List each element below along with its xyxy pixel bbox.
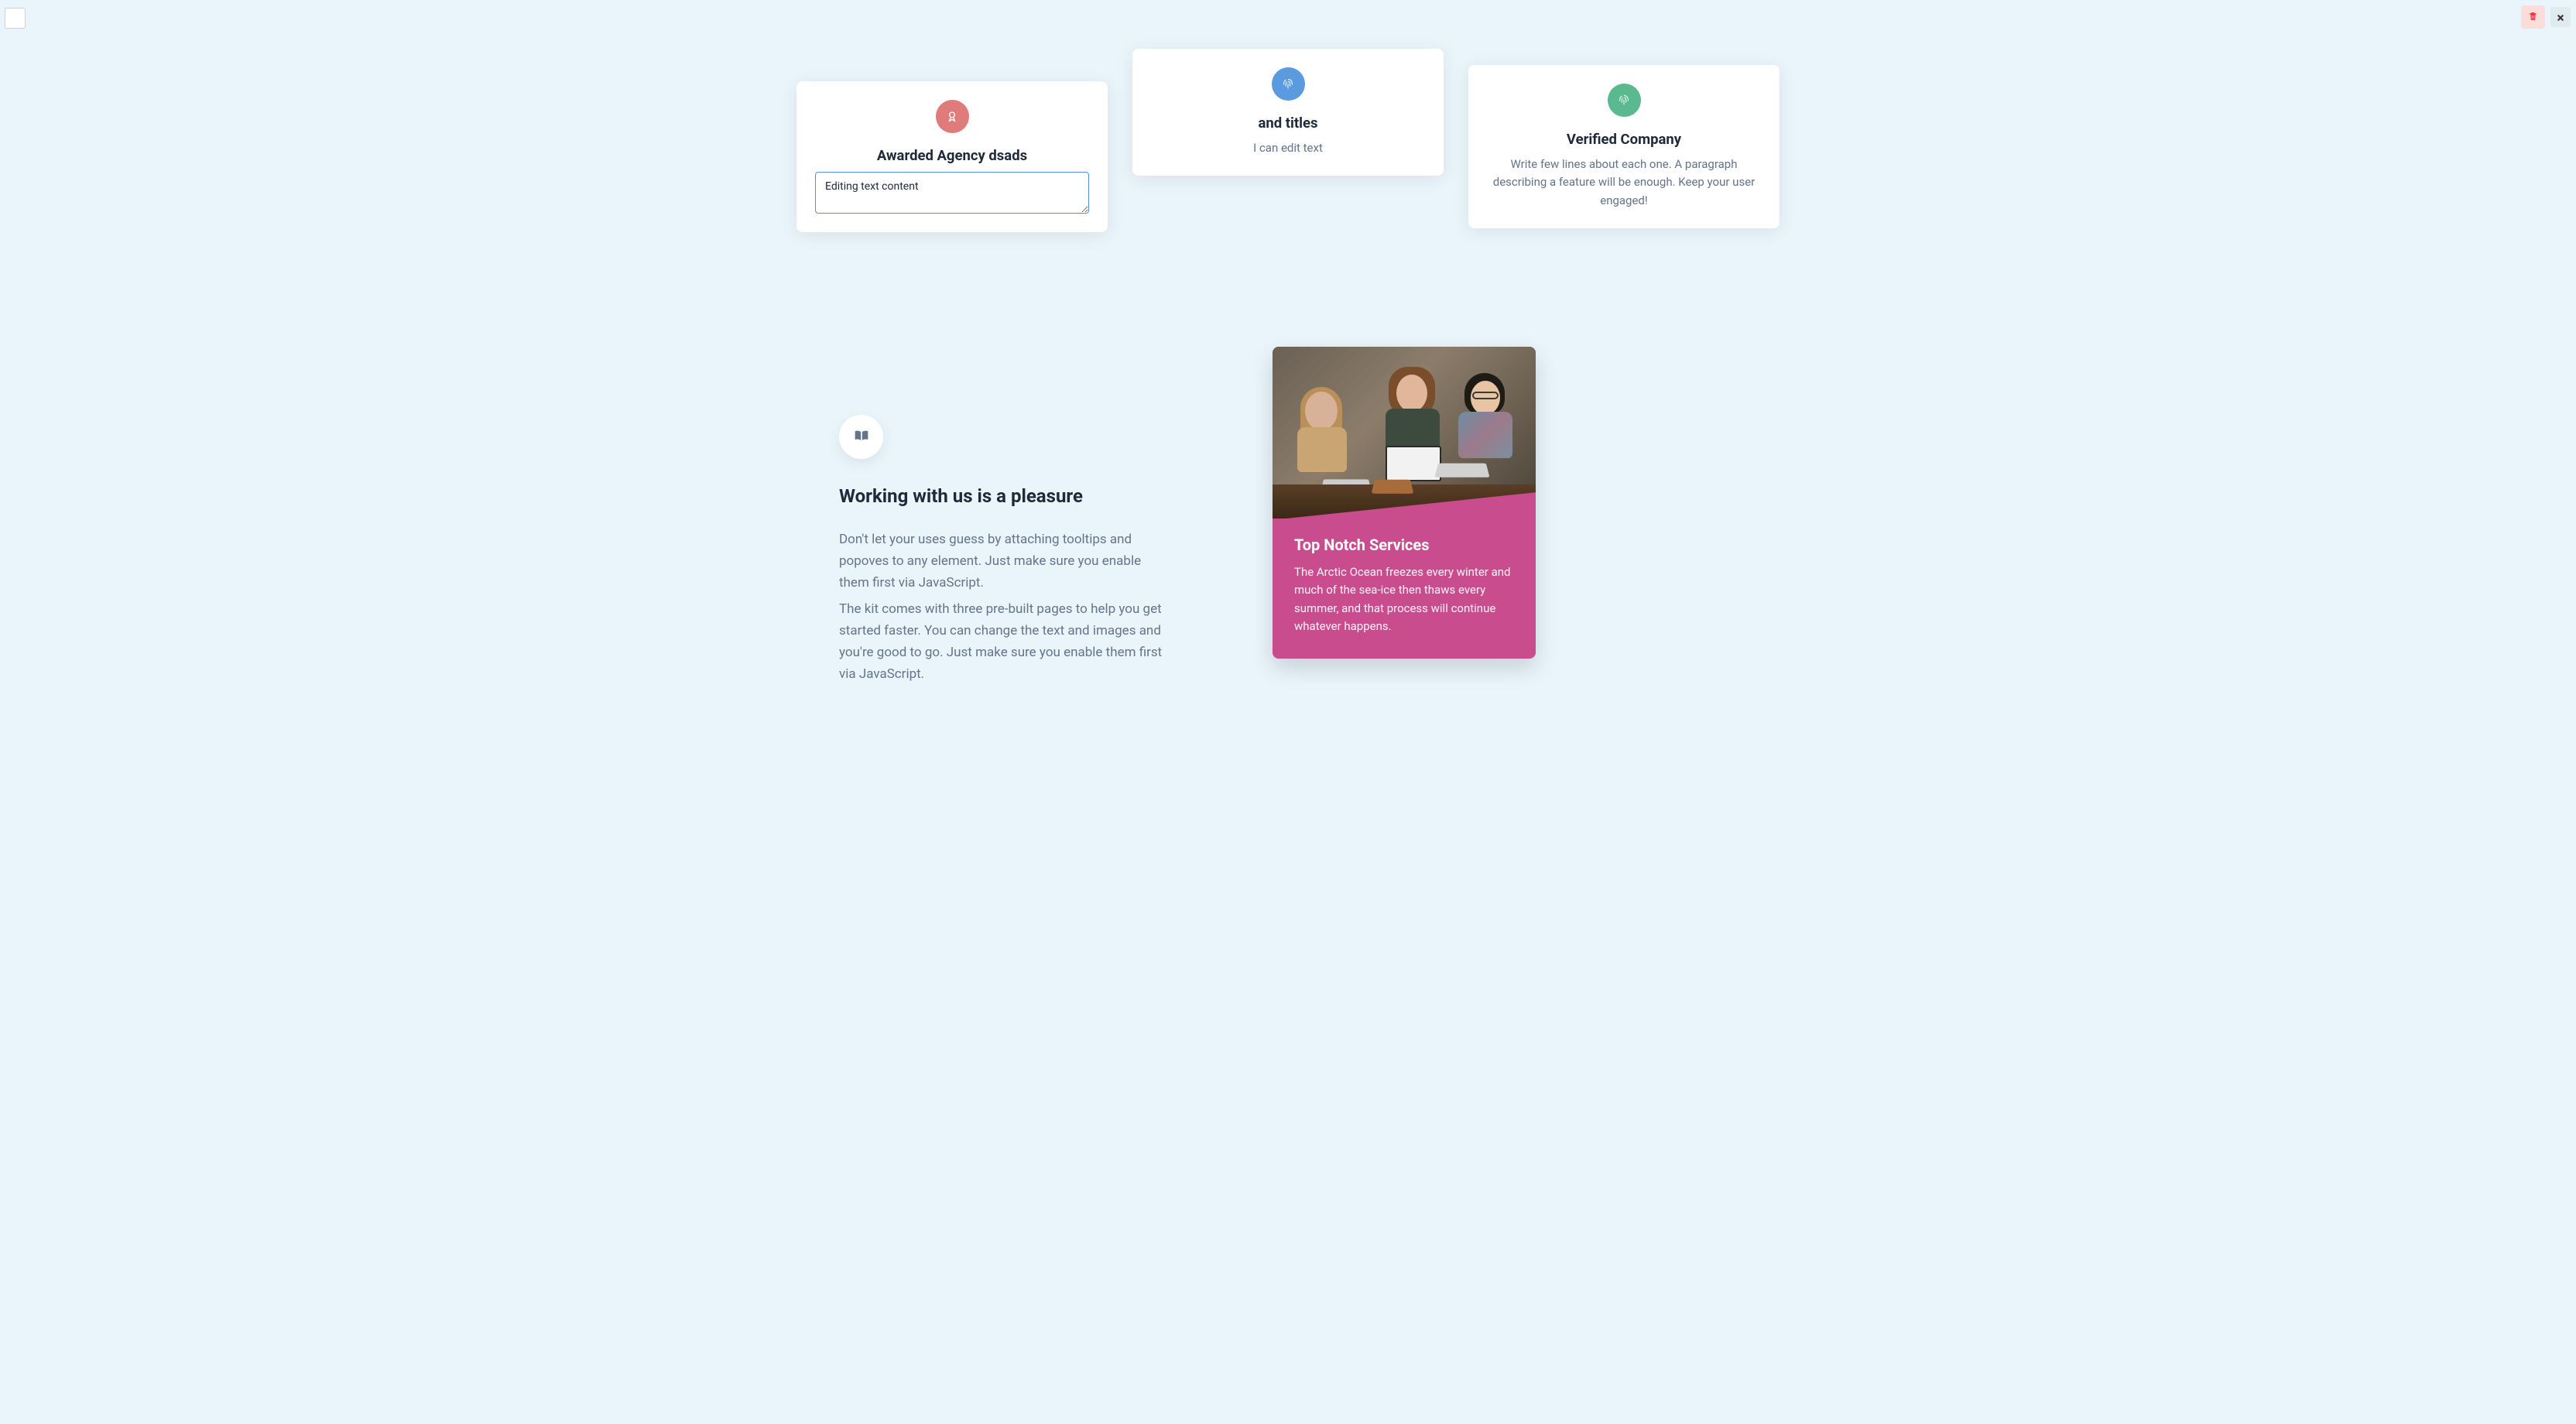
card-text[interactable]: I can edit text (1151, 139, 1425, 157)
delete-button[interactable] (2521, 5, 2545, 29)
card-text-editor[interactable] (815, 172, 1089, 214)
book-open-icon (854, 429, 869, 446)
close-button[interactable] (2550, 7, 2571, 27)
feature-card-awarded[interactable]: Awarded Agency dsads (796, 81, 1108, 232)
services-text: Top Notch Services The Arctic Ocean free… (1273, 519, 1536, 659)
book-icon-circle (839, 415, 883, 459)
fingerprint-icon (1272, 67, 1305, 101)
section-heading[interactable]: Working with us is a pleasure (839, 485, 1172, 507)
card-text[interactable]: Write few lines about each one. A paragr… (1487, 156, 1761, 210)
feature-cards-row: Awarded Agency dsads and titles I can ed… (796, 0, 1780, 232)
services-paragraph[interactable]: The Arctic Ocean freezes every winter an… (1294, 563, 1514, 635)
card-title[interactable]: Verified Company (1487, 131, 1761, 148)
feature-card-titles[interactable]: and titles I can edit text (1132, 49, 1444, 176)
content-section: Working with us is a pleasure Don't let … (824, 347, 1752, 690)
card-title[interactable]: Awarded Agency dsads (815, 147, 1089, 164)
services-card[interactable]: Top Notch Services The Arctic Ocean free… (1273, 347, 1536, 659)
services-title[interactable]: Top Notch Services (1294, 536, 1514, 554)
award-icon (936, 100, 969, 133)
drag-handle[interactable] (5, 8, 26, 29)
illustration-notebook (1372, 480, 1414, 494)
trash-icon (2528, 10, 2538, 25)
section-paragraph-1[interactable]: Don't let your uses guess by attaching t… (839, 529, 1172, 594)
section-paragraph-2[interactable]: The kit comes with three pre-built pages… (839, 598, 1172, 685)
content-left-column: Working with us is a pleasure Don't let … (839, 415, 1172, 690)
feature-card-verified[interactable]: Verified Company Write few lines about e… (1468, 65, 1780, 228)
close-icon (2557, 10, 2564, 25)
services-image (1273, 347, 1536, 519)
card-title[interactable]: and titles (1151, 115, 1425, 132)
fingerprint-icon (1608, 84, 1641, 117)
editor-controls (2521, 5, 2571, 29)
